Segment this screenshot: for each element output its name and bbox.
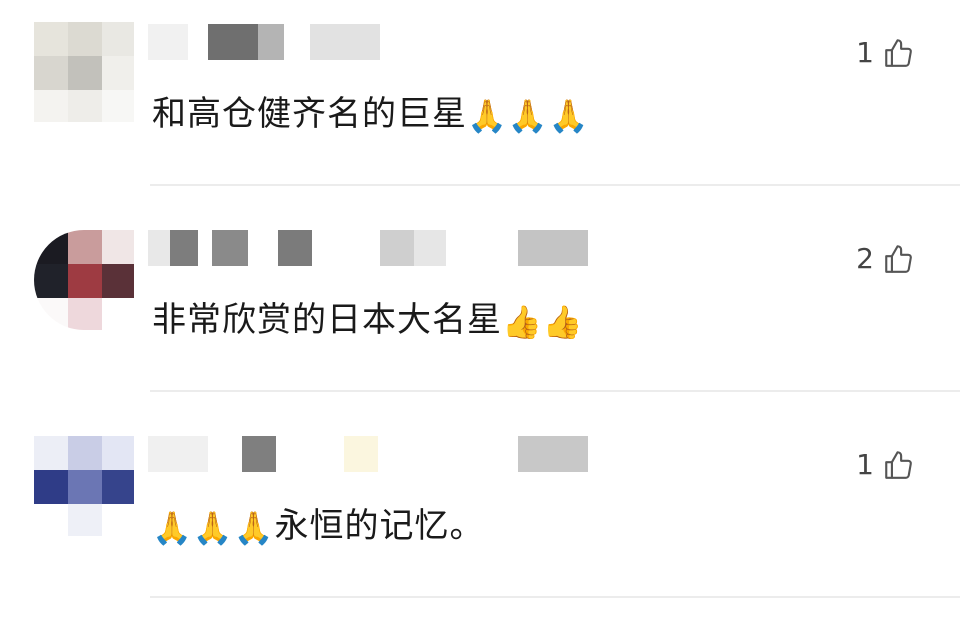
folded-hands-emoji: 🙏 [507, 97, 549, 135]
thumbs-up-emoji: 👍 [502, 303, 543, 341]
avatar[interactable] [34, 230, 134, 330]
comment-item: 🙏🙏🙏永恒的记忆。 1 [0, 392, 960, 598]
comment-text: 非常欣赏的日本大名星👍👍 [152, 298, 584, 344]
like-button[interactable]: 2 [856, 242, 916, 276]
avatar[interactable] [34, 436, 134, 536]
like-count: 1 [856, 448, 874, 481]
like-button[interactable]: 1 [856, 448, 916, 482]
thumbs-up-outline-icon[interactable] [882, 36, 916, 70]
username-blurred[interactable] [148, 24, 608, 64]
comment-body: 非常欣赏的日本大名星 [152, 300, 502, 340]
comment-text: 🙏🙏🙏永恒的记忆。 [152, 504, 485, 550]
folded-hands-emoji: 🙏 [233, 509, 275, 547]
thumbs-up-outline-icon[interactable] [882, 242, 916, 276]
folded-hands-emoji: 🙏 [467, 97, 508, 135]
comment-divider [150, 596, 960, 598]
like-count: 2 [856, 242, 874, 275]
folded-hands-emoji: 🙏 [192, 509, 234, 547]
avatar[interactable] [34, 22, 134, 122]
folded-hands-emoji: 🙏 [548, 97, 590, 135]
folded-hands-emoji: 🙏 [152, 509, 193, 547]
thumbs-up-outline-icon[interactable] [882, 448, 916, 482]
comment-body: 永恒的记忆。 [274, 506, 485, 546]
like-count: 1 [856, 36, 874, 69]
comment-text: 和高仓健齐名的巨星🙏🙏🙏 [152, 92, 590, 138]
thumbs-up-emoji: 👍 [542, 303, 584, 341]
username-blurred[interactable] [148, 230, 608, 270]
comment-item: 非常欣赏的日本大名星👍👍 2 [0, 186, 960, 392]
like-button[interactable]: 1 [856, 36, 916, 70]
username-blurred[interactable] [148, 436, 608, 476]
comment-body: 和高仓健齐名的巨星 [152, 94, 467, 134]
comment-item: 和高仓健齐名的巨星🙏🙏🙏 1 [0, 0, 960, 186]
